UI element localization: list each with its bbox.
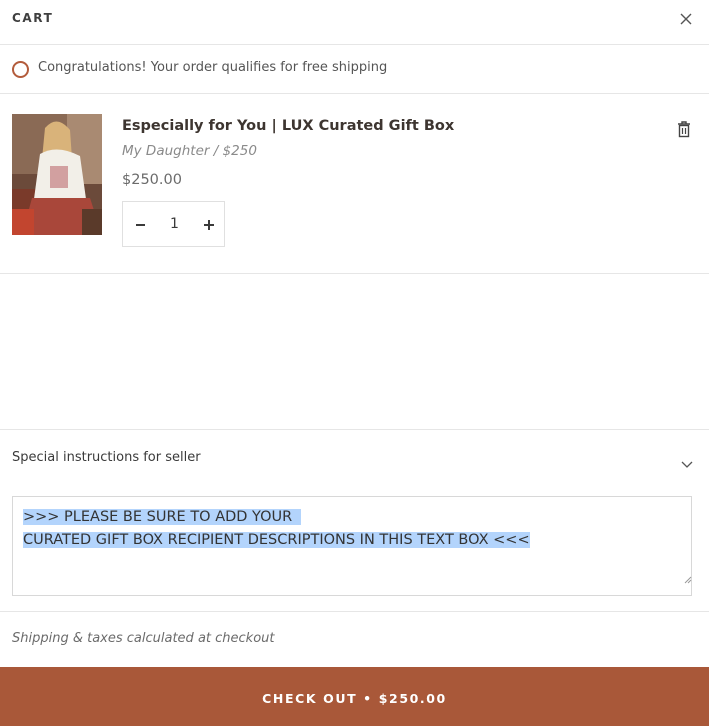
free-shipping-text: Congratulations! Your order qualifies fo…	[38, 60, 388, 75]
special-instructions-section: Special instructions for seller >>> PLEA…	[0, 429, 709, 612]
remove-item-button[interactable]	[676, 120, 692, 138]
checkout-button[interactable]: CHECK OUT • $250.00	[0, 667, 709, 726]
close-icon	[680, 13, 692, 25]
textarea-line-2: CURATED GIFT BOX RECIPIENT DESCRIPTIONS …	[23, 532, 530, 548]
special-instructions-textarea[interactable]: >>> PLEASE BE SURE TO ADD YOUR CURATED G…	[12, 496, 692, 596]
shipping-taxes-note: Shipping & taxes calculated at checkout	[12, 631, 275, 646]
product-thumbnail[interactable]	[12, 114, 102, 235]
special-instructions-label[interactable]: Special instructions for seller	[12, 450, 201, 465]
product-variant: My Daughter / $250	[122, 143, 257, 159]
trash-icon	[678, 121, 690, 138]
special-instructions-toggle[interactable]	[680, 454, 694, 468]
cart-header: CART	[0, 0, 709, 45]
product-title[interactable]: Especially for You | LUX Curated Gift Bo…	[122, 118, 454, 134]
free-shipping-notice: Congratulations! Your order qualifies fo…	[0, 45, 709, 94]
product-image	[12, 114, 102, 235]
close-button[interactable]	[676, 9, 696, 29]
cart-item: Especially for You | LUX Curated Gift Bo…	[0, 94, 709, 274]
chevron-down-icon	[681, 461, 693, 468]
cart-title: CART	[12, 11, 54, 25]
quantity-stepper: 1	[122, 201, 225, 247]
circle-icon	[12, 61, 29, 78]
quantity-value[interactable]: 1	[157, 202, 192, 246]
checkout-label: CHECK OUT • $250.00	[262, 691, 447, 706]
increase-quantity-button[interactable]	[192, 202, 225, 246]
decrease-quantity-button[interactable]	[123, 202, 157, 246]
textarea-line-1: >>> PLEASE BE SURE TO ADD YOUR	[23, 506, 681, 529]
resize-handle-icon[interactable]	[684, 576, 692, 584]
product-price: $250.00	[122, 172, 182, 188]
